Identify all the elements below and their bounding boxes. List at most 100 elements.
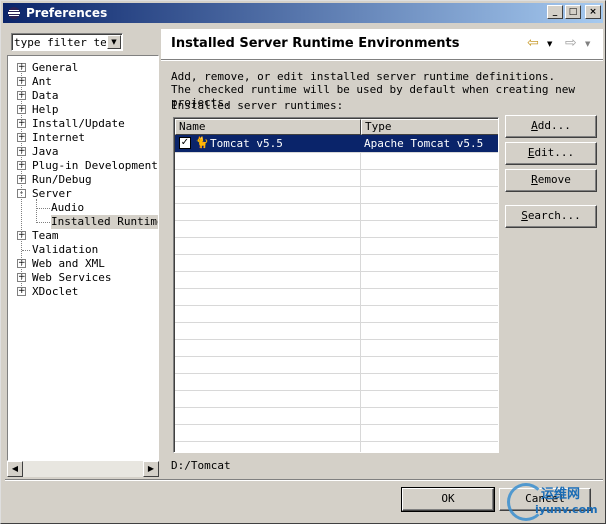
runtime-type: Apache Tomcat v5.5 xyxy=(364,137,484,150)
tree-horizontal-scrollbar[interactable]: ◀ ▶ xyxy=(7,461,159,477)
row-gridline xyxy=(175,390,498,391)
tree-item[interactable]: Installed Runtime xyxy=(8,215,158,229)
tree-item[interactable]: + XDoclet xyxy=(8,285,158,299)
tomcat-icon: 🐈 xyxy=(195,136,209,149)
watermark-text-url: iyunv.com xyxy=(535,503,598,516)
scroll-left-icon[interactable]: ◀ xyxy=(7,461,23,477)
row-gridline xyxy=(175,407,498,408)
tree-item[interactable]: - Server xyxy=(8,187,158,201)
tree-item[interactable]: + Ant xyxy=(8,75,158,89)
tree-item[interactable]: Validation xyxy=(8,243,158,257)
expand-icon[interactable]: + xyxy=(17,287,26,296)
tree-item[interactable]: + Data xyxy=(8,89,158,103)
tree-branch-line xyxy=(36,199,37,221)
tree-connector xyxy=(36,208,50,209)
back-history-dropdown-icon[interactable]: ▼ xyxy=(547,40,552,48)
tree-item-label: Web Services xyxy=(32,271,112,284)
row-gridline xyxy=(175,254,498,255)
tree-item[interactable]: + Plug-in Development xyxy=(8,159,158,173)
row-gridline xyxy=(175,339,498,340)
minimize-button[interactable]: _ xyxy=(547,5,563,19)
tree-item-label: Help xyxy=(32,103,59,116)
row-gridline xyxy=(175,322,498,323)
ok-button[interactable]: OK xyxy=(401,487,495,512)
tree-item[interactable]: + Install/Update xyxy=(8,117,158,131)
tree-item-label: Installed Runtime xyxy=(51,215,158,229)
forward-history-dropdown-icon[interactable]: ▼ xyxy=(585,40,590,48)
title-bar[interactable]: Preferences _ □ × xyxy=(3,3,603,23)
row-gridline xyxy=(175,356,498,357)
forward-arrow-icon[interactable]: ⇨ xyxy=(565,35,577,51)
tree-connector xyxy=(36,222,50,223)
tree-item-label: Install/Update xyxy=(32,117,125,130)
filter-combo[interactable]: ▼ xyxy=(11,33,123,51)
preference-tree[interactable]: + General + Ant + Data + Help + Install/Update + In… xyxy=(7,55,159,461)
filter-input[interactable] xyxy=(14,35,106,49)
row-gridline xyxy=(175,441,498,442)
tree-trunk-line xyxy=(21,64,22,288)
chevron-down-icon[interactable]: ▼ xyxy=(107,35,121,49)
close-button[interactable]: × xyxy=(585,5,601,19)
row-gridline xyxy=(175,220,498,221)
preferences-window: Preferences _ □ × ▼ +General+Ant+Data+He… xyxy=(0,0,606,524)
tree-item-label: Run/Debug xyxy=(32,173,92,186)
row-gridline xyxy=(175,288,498,289)
tree-item-label: Web and XML xyxy=(32,257,105,270)
row-gridline xyxy=(175,169,498,170)
preference-page: Installed Server Runtime Environments ⇦ … xyxy=(161,29,603,477)
tree-item-label: Data xyxy=(32,89,59,102)
tree-item-label: Internet xyxy=(32,131,85,144)
search-button[interactable]: Search... xyxy=(505,205,597,228)
column-header-type[interactable]: Type xyxy=(361,119,498,135)
preference-tree-pane: ▼ +General+Ant+Data+Help+Install/Update+… xyxy=(7,29,159,477)
back-arrow-icon[interactable]: ⇦ xyxy=(527,35,539,51)
maximize-button[interactable]: □ xyxy=(565,5,581,19)
column-divider xyxy=(360,135,361,452)
row-gridline xyxy=(175,271,498,272)
runtimes-list-label: Installed server runtimes: xyxy=(171,99,344,112)
description-line-1: Add, remove, or edit installed server ru… xyxy=(171,70,556,83)
tree-item-label: XDoclet xyxy=(32,285,79,298)
tree-item-label: Team xyxy=(32,229,59,242)
tree-item-label: Server xyxy=(32,187,72,200)
row-gridline xyxy=(175,237,498,238)
add-button[interactable]: Add... xyxy=(505,115,597,138)
row-gridline xyxy=(175,186,498,187)
tree-item[interactable]: + Web and XML xyxy=(8,257,158,271)
runtime-location-path: D:/Tomcat xyxy=(171,459,231,472)
table-header: Name Type xyxy=(175,119,498,135)
page-header: Installed Server Runtime Environments ⇦ … xyxy=(161,29,603,59)
tree-item[interactable]: + Run/Debug xyxy=(8,173,158,187)
remove-button[interactable]: Remove xyxy=(505,169,597,192)
scroll-right-icon[interactable]: ▶ xyxy=(143,461,159,477)
page-title: Installed Server Runtime Environments xyxy=(171,36,460,51)
tree-item-label: General xyxy=(32,61,79,74)
tree-item[interactable]: + Team xyxy=(8,229,158,243)
edit-button[interactable]: Edit... xyxy=(505,142,597,165)
tree-item-label: Ant xyxy=(32,75,52,88)
tree-item[interactable]: + Java xyxy=(8,145,158,159)
row-gridline xyxy=(175,203,498,204)
tree-item-label: Java xyxy=(32,145,59,158)
tree-item[interactable]: + General xyxy=(8,61,158,75)
tree-item-label: Plug-in Development xyxy=(32,159,158,172)
site-watermark-logo: 运维网 iyunv.com xyxy=(507,481,603,521)
tree-item[interactable]: + Help xyxy=(8,103,158,117)
tree-item[interactable]: Audio xyxy=(8,201,158,215)
runtime-name: Tomcat v5.5 xyxy=(210,137,283,150)
column-header-name[interactable]: Name xyxy=(175,119,361,135)
runtimes-table[interactable]: Name Type ✓ 🐈 Tomcat v5.5 Apache Tomcat v5.… xyxy=(173,117,499,453)
row-gridline xyxy=(175,424,498,425)
header-divider xyxy=(161,59,603,61)
tree-connector xyxy=(22,250,30,251)
window-title: Preferences xyxy=(26,6,108,20)
default-runtime-checkbox[interactable]: ✓ xyxy=(179,137,191,149)
tree-item[interactable]: + Web Services xyxy=(8,271,158,285)
tree-item-label: Validation xyxy=(32,243,99,256)
cell-name: ✓ 🐈 Tomcat v5.5 xyxy=(175,135,361,152)
watermark-text-cn: 运维网 xyxy=(541,487,581,502)
table-row[interactable]: ✓ 🐈 Tomcat v5.5 Apache Tomcat v5.5 xyxy=(175,135,498,152)
tree-item[interactable]: + Internet xyxy=(8,131,158,145)
tree-item-label: Audio xyxy=(51,201,85,214)
row-gridline xyxy=(175,373,498,374)
